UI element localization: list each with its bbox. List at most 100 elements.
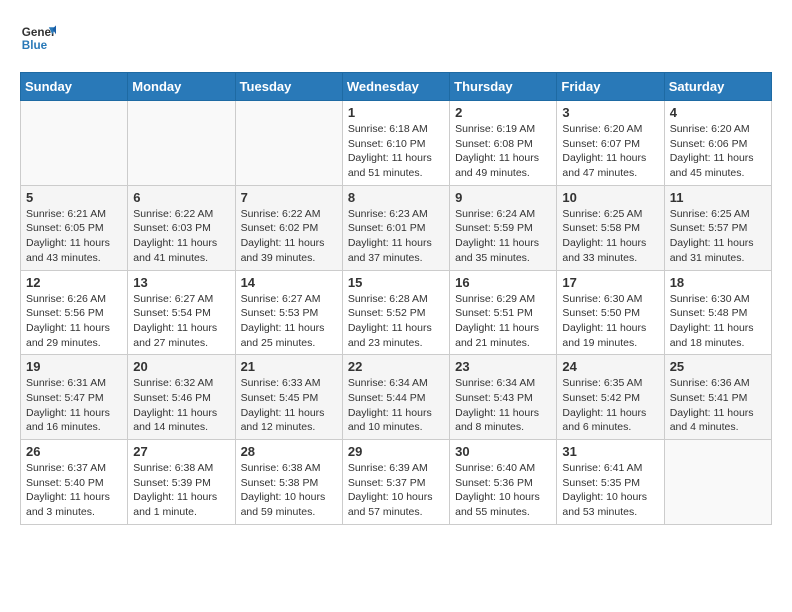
day-number: 1 xyxy=(348,105,444,120)
day-info: Sunrise: 6:31 AM Sunset: 5:47 PM Dayligh… xyxy=(26,376,122,435)
calendar-cell xyxy=(128,101,235,186)
calendar-cell: 8 Sunrise: 6:23 AM Sunset: 6:01 PM Daylig… xyxy=(342,185,449,270)
calendar-cell: 2 Sunrise: 6:19 AM Sunset: 6:08 PM Daylig… xyxy=(450,101,557,186)
column-header-friday: Friday xyxy=(557,73,664,101)
page-header: General Blue xyxy=(20,20,772,56)
day-info: Sunrise: 6:36 AM Sunset: 5:41 PM Dayligh… xyxy=(670,376,766,435)
day-info: Sunrise: 6:25 AM Sunset: 5:57 PM Dayligh… xyxy=(670,207,766,266)
svg-text:Blue: Blue xyxy=(22,39,48,52)
column-header-thursday: Thursday xyxy=(450,73,557,101)
calendar-week-5: 26 Sunrise: 6:37 AM Sunset: 5:40 PM Dayli… xyxy=(21,440,772,525)
day-number: 18 xyxy=(670,275,766,290)
day-number: 21 xyxy=(241,359,337,374)
calendar-cell: 26 Sunrise: 6:37 AM Sunset: 5:40 PM Dayli… xyxy=(21,440,128,525)
calendar-cell: 29 Sunrise: 6:39 AM Sunset: 5:37 PM Dayli… xyxy=(342,440,449,525)
day-info: Sunrise: 6:19 AM Sunset: 6:08 PM Dayligh… xyxy=(455,122,551,181)
calendar-cell xyxy=(235,101,342,186)
day-info: Sunrise: 6:37 AM Sunset: 5:40 PM Dayligh… xyxy=(26,461,122,520)
calendar-cell: 21 Sunrise: 6:33 AM Sunset: 5:45 PM Dayli… xyxy=(235,355,342,440)
day-number: 13 xyxy=(133,275,229,290)
calendar-cell: 4 Sunrise: 6:20 AM Sunset: 6:06 PM Daylig… xyxy=(664,101,771,186)
column-header-wednesday: Wednesday xyxy=(342,73,449,101)
day-info: Sunrise: 6:20 AM Sunset: 6:06 PM Dayligh… xyxy=(670,122,766,181)
day-number: 6 xyxy=(133,190,229,205)
day-number: 24 xyxy=(562,359,658,374)
calendar-week-3: 12 Sunrise: 6:26 AM Sunset: 5:56 PM Dayli… xyxy=(21,270,772,355)
calendar-cell: 14Sunrise: 6:27 AM Sunset: 5:53 PM Dayli… xyxy=(235,270,342,355)
calendar-cell: 17Sunrise: 6:30 AM Sunset: 5:50 PM Dayli… xyxy=(557,270,664,355)
calendar-cell: 22 Sunrise: 6:34 AM Sunset: 5:44 PM Dayli… xyxy=(342,355,449,440)
calendar-cell: 11 Sunrise: 6:25 AM Sunset: 5:57 PM Dayli… xyxy=(664,185,771,270)
day-number: 20 xyxy=(133,359,229,374)
calendar-cell: 28 Sunrise: 6:38 AM Sunset: 5:38 PM Dayli… xyxy=(235,440,342,525)
calendar-cell: 19 Sunrise: 6:31 AM Sunset: 5:47 PM Dayli… xyxy=(21,355,128,440)
day-info: Sunrise: 6:32 AM Sunset: 5:46 PM Dayligh… xyxy=(133,376,229,435)
day-number: 27 xyxy=(133,444,229,459)
calendar-cell: 16 Sunrise: 6:29 AM Sunset: 5:51 PM Dayli… xyxy=(450,270,557,355)
column-header-monday: Monday xyxy=(128,73,235,101)
calendar-week-4: 19 Sunrise: 6:31 AM Sunset: 5:47 PM Dayli… xyxy=(21,355,772,440)
day-number: 2 xyxy=(455,105,551,120)
day-number: 3 xyxy=(562,105,658,120)
day-info: Sunrise: 6:29 AM Sunset: 5:51 PM Dayligh… xyxy=(455,292,551,351)
day-info: Sunrise: 6:39 AM Sunset: 5:37 PM Dayligh… xyxy=(348,461,444,520)
day-number: 9 xyxy=(455,190,551,205)
day-info: Sunrise: 6:18 AM Sunset: 6:10 PM Dayligh… xyxy=(348,122,444,181)
day-info: Sunrise: 6:35 AM Sunset: 5:42 PM Dayligh… xyxy=(562,376,658,435)
day-info: Sunrise: 6:34 AM Sunset: 5:44 PM Dayligh… xyxy=(348,376,444,435)
calendar-week-2: 5 Sunrise: 6:21 AM Sunset: 6:05 PM Daylig… xyxy=(21,185,772,270)
day-number: 8 xyxy=(348,190,444,205)
day-info: Sunrise: 6:28 AM Sunset: 5:52 PM Dayligh… xyxy=(348,292,444,351)
day-info: Sunrise: 6:30 AM Sunset: 5:48 PM Dayligh… xyxy=(670,292,766,351)
calendar-cell: 18 Sunrise: 6:30 AM Sunset: 5:48 PM Dayli… xyxy=(664,270,771,355)
calendar-cell: 12 Sunrise: 6:26 AM Sunset: 5:56 PM Dayli… xyxy=(21,270,128,355)
day-info: Sunrise: 6:30 AM Sunset: 5:50 PM Dayligh… xyxy=(562,292,658,351)
day-number: 29 xyxy=(348,444,444,459)
day-number: 10 xyxy=(562,190,658,205)
calendar-cell: 24 Sunrise: 6:35 AM Sunset: 5:42 PM Dayli… xyxy=(557,355,664,440)
logo-icon: General Blue xyxy=(20,20,56,56)
day-info: Sunrise: 6:22 AM Sunset: 6:03 PM Dayligh… xyxy=(133,207,229,266)
day-number: 23 xyxy=(455,359,551,374)
calendar-cell xyxy=(21,101,128,186)
day-number: 4 xyxy=(670,105,766,120)
calendar-cell: 25Sunrise: 6:36 AM Sunset: 5:41 PM Dayli… xyxy=(664,355,771,440)
day-number: 26 xyxy=(26,444,122,459)
calendar-cell: 3 Sunrise: 6:20 AM Sunset: 6:07 PM Daylig… xyxy=(557,101,664,186)
day-info: Sunrise: 6:41 AM Sunset: 5:35 PM Dayligh… xyxy=(562,461,658,520)
day-info: Sunrise: 6:34 AM Sunset: 5:43 PM Dayligh… xyxy=(455,376,551,435)
day-number: 15 xyxy=(348,275,444,290)
day-number: 5 xyxy=(26,190,122,205)
calendar-cell: 7Sunrise: 6:22 AM Sunset: 6:02 PM Daylig… xyxy=(235,185,342,270)
day-info: Sunrise: 6:38 AM Sunset: 5:38 PM Dayligh… xyxy=(241,461,337,520)
day-info: Sunrise: 6:27 AM Sunset: 5:54 PM Dayligh… xyxy=(133,292,229,351)
column-header-sunday: Sunday xyxy=(21,73,128,101)
day-info: Sunrise: 6:26 AM Sunset: 5:56 PM Dayligh… xyxy=(26,292,122,351)
calendar-cell: 20 Sunrise: 6:32 AM Sunset: 5:46 PM Dayli… xyxy=(128,355,235,440)
day-info: Sunrise: 6:33 AM Sunset: 5:45 PM Dayligh… xyxy=(241,376,337,435)
day-info: Sunrise: 6:38 AM Sunset: 5:39 PM Dayligh… xyxy=(133,461,229,520)
day-number: 12 xyxy=(26,275,122,290)
day-info: Sunrise: 6:20 AM Sunset: 6:07 PM Dayligh… xyxy=(562,122,658,181)
day-number: 11 xyxy=(670,190,766,205)
calendar-week-1: 1 Sunrise: 6:18 AM Sunset: 6:10 PM Daylig… xyxy=(21,101,772,186)
day-number: 19 xyxy=(26,359,122,374)
calendar-cell: 13 Sunrise: 6:27 AM Sunset: 5:54 PM Dayli… xyxy=(128,270,235,355)
day-number: 22 xyxy=(348,359,444,374)
calendar-cell: 6 Sunrise: 6:22 AM Sunset: 6:03 PM Daylig… xyxy=(128,185,235,270)
day-number: 30 xyxy=(455,444,551,459)
day-info: Sunrise: 6:40 AM Sunset: 5:36 PM Dayligh… xyxy=(455,461,551,520)
column-header-saturday: Saturday xyxy=(664,73,771,101)
calendar-cell: 9 Sunrise: 6:24 AM Sunset: 5:59 PM Daylig… xyxy=(450,185,557,270)
day-info: Sunrise: 6:25 AM Sunset: 5:58 PM Dayligh… xyxy=(562,207,658,266)
calendar-cell: 15 Sunrise: 6:28 AM Sunset: 5:52 PM Dayli… xyxy=(342,270,449,355)
calendar-table: SundayMondayTuesdayWednesdayThursdayFrid… xyxy=(20,72,772,525)
day-info: Sunrise: 6:24 AM Sunset: 5:59 PM Dayligh… xyxy=(455,207,551,266)
calendar-cell: 1 Sunrise: 6:18 AM Sunset: 6:10 PM Daylig… xyxy=(342,101,449,186)
calendar-header-row: SundayMondayTuesdayWednesdayThursdayFrid… xyxy=(21,73,772,101)
calendar-cell: 5 Sunrise: 6:21 AM Sunset: 6:05 PM Daylig… xyxy=(21,185,128,270)
day-info: Sunrise: 6:21 AM Sunset: 6:05 PM Dayligh… xyxy=(26,207,122,266)
day-number: 28 xyxy=(241,444,337,459)
day-number: 16 xyxy=(455,275,551,290)
day-info: Sunrise: 6:23 AM Sunset: 6:01 PM Dayligh… xyxy=(348,207,444,266)
